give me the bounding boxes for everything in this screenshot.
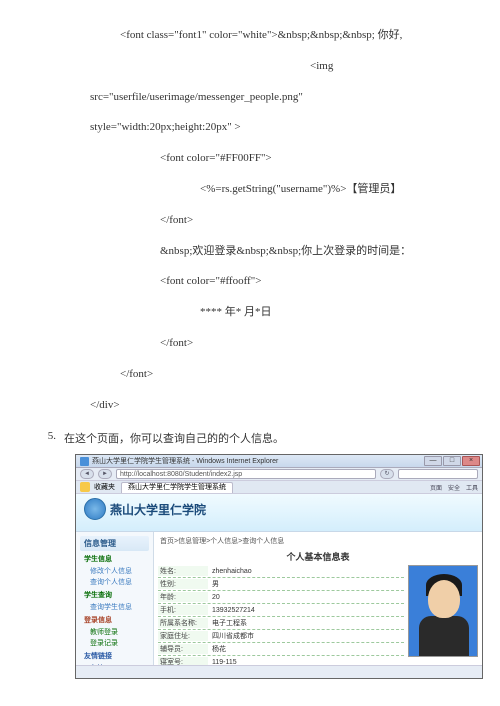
field-label: 手机:	[158, 605, 208, 615]
student-photo	[408, 565, 478, 657]
field-value: 四川省成都市	[208, 631, 404, 641]
code-line: </font>	[160, 328, 470, 359]
code-line: </font>	[120, 359, 470, 390]
school-logo-icon	[84, 498, 106, 520]
field-value: 男	[208, 579, 404, 589]
list-item: 5. 在这个页面，你可以查询自己的的个人信息。	[30, 430, 470, 446]
sidebar-link[interactable]: 查询个人信息	[90, 577, 149, 587]
field-label: 所属系名称:	[158, 618, 208, 628]
sidebar-section: 友情链接	[84, 651, 149, 661]
list-text: 在这个页面，你可以查询自己的的个人信息。	[64, 430, 284, 446]
school-name: 燕山大学里仁学院	[110, 501, 206, 518]
sidebar-section: 学生信息	[84, 554, 149, 564]
table-row: 寝室号:119-115	[158, 656, 404, 665]
screenshot: 燕山大学里仁学院学生管理系统 - Windows Internet Explor…	[75, 454, 470, 679]
field-value: 20	[208, 594, 404, 601]
code-line: <font color="#FF00FF">	[160, 143, 470, 174]
sidebar-link[interactable]: 修改个人信息	[90, 566, 149, 576]
page-content: 燕山大学里仁学院 信息管理 学生信息 修改个人信息 查询个人信息 学生查询 查询…	[76, 494, 482, 665]
code-line: src="userfile/userimage/messenger_people…	[90, 82, 470, 113]
sidebar-link[interactable]: 教师登录	[90, 627, 149, 637]
search-box[interactable]	[398, 469, 478, 479]
breadcrumb: 首页>信息管理>个人信息>查询个人信息	[158, 534, 478, 548]
field-label: 辅导员:	[158, 644, 208, 654]
active-tab[interactable]: 燕山大学里仁学院学生管理系统	[121, 482, 233, 493]
favorites-icon[interactable]	[80, 482, 90, 492]
sidebar-link[interactable]: 登录记录	[90, 638, 149, 648]
code-block: <font class="font1" color="white">&nbsp;…	[120, 20, 470, 420]
code-line: <font class="font1" color="white">&nbsp;…	[120, 20, 470, 51]
code-line: <font color="#ffooff">	[160, 266, 470, 297]
code-line: </div>	[90, 390, 470, 421]
code-line: **** 年* 月*日	[200, 297, 470, 328]
table-row: 性别:男	[158, 578, 404, 591]
field-label: 性别:	[158, 579, 208, 589]
sidebar-link[interactable]: 查询学生信息	[90, 602, 149, 612]
sidebar-section: 学生查询	[84, 590, 149, 600]
field-value: 杨花	[208, 644, 404, 654]
browser-window: 燕山大学里仁学院学生管理系统 - Windows Internet Explor…	[75, 454, 483, 679]
code-line: </font>	[160, 205, 470, 236]
minimize-button[interactable]: —	[424, 456, 442, 466]
field-label: 家庭住址:	[158, 631, 208, 641]
field-label: 寝室号:	[158, 657, 208, 665]
tab-bar: 收藏夹 燕山大学里仁学院学生管理系统 页面 安全 工具	[76, 481, 482, 494]
field-value: 电子工程系	[208, 618, 404, 628]
table-row: 手机:13932527214	[158, 604, 404, 617]
refresh-button[interactable]: ↻	[380, 469, 394, 479]
window-titlebar: 燕山大学里仁学院学生管理系统 - Windows Internet Explor…	[76, 455, 482, 468]
ie-icon	[80, 457, 89, 466]
sidebar-header: 信息管理	[80, 536, 149, 551]
forward-button[interactable]: ►	[98, 469, 112, 479]
field-label: 姓名:	[158, 566, 208, 576]
code-line: &nbsp;欢迎登录&nbsp;&nbsp;你上次登录的时间是：	[160, 236, 470, 267]
window-title: 燕山大学里仁学院学生管理系统 - Windows Internet Explor…	[92, 456, 278, 466]
main-panel: 首页>信息管理>个人信息>查询个人信息 个人基本信息表 姓名:zhenhaich…	[154, 532, 482, 665]
info-table: 姓名:zhenhaichao性别:男年龄:20手机:13932527214所属系…	[158, 565, 478, 665]
maximize-button[interactable]: □	[443, 456, 461, 466]
panel-title: 个人基本信息表	[158, 550, 478, 563]
code-line: style="width:20px;height:20px" >	[90, 112, 470, 143]
menu-safety[interactable]: 安全	[448, 483, 460, 492]
sidebar: 信息管理 学生信息 修改个人信息 查询个人信息 学生查询 查询学生信息 登录信息…	[76, 532, 154, 665]
table-row: 家庭住址:四川省成都市	[158, 630, 404, 643]
field-value: 13932527214	[208, 607, 404, 614]
menu-tools[interactable]: 工具	[466, 483, 478, 492]
list-number: 5.	[30, 430, 56, 446]
table-row: 辅导员:杨花	[158, 643, 404, 656]
menu-page[interactable]: 页面	[430, 483, 442, 492]
navigation-bar: ◄ ► http://localhost:8080/Student/index2…	[76, 468, 482, 481]
table-row: 所属系名称:电子工程系	[158, 617, 404, 630]
field-label: 年龄:	[158, 592, 208, 602]
table-row: 年龄:20	[158, 591, 404, 604]
code-line: <%=rs.getString("username")%>【管理员】	[200, 174, 470, 205]
field-value: zhenhaichao	[208, 568, 404, 575]
back-button[interactable]: ◄	[80, 469, 94, 479]
table-row: 姓名:zhenhaichao	[158, 565, 404, 578]
tab-tools: 页面 安全 工具	[430, 483, 478, 492]
banner: 燕山大学里仁学院	[76, 494, 482, 532]
sidebar-section: 登录信息	[84, 615, 149, 625]
status-bar	[76, 665, 482, 678]
address-bar[interactable]: http://localhost:8080/Student/index2.jsp	[116, 469, 376, 479]
code-line: <img	[310, 51, 470, 82]
close-button[interactable]: ×	[462, 456, 480, 466]
favorites-label[interactable]: 收藏夹	[94, 482, 115, 492]
